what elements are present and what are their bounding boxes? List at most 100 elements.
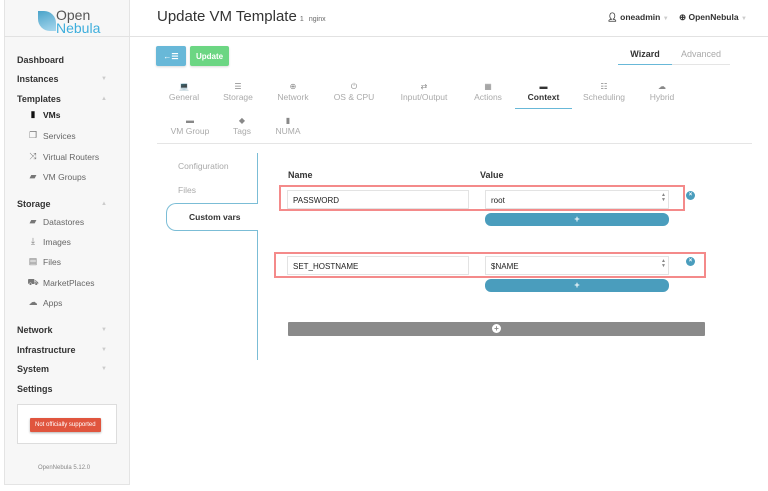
folder-open-icon: ▬ [186, 116, 194, 125]
divider [157, 143, 752, 144]
server-icon: ☰ [234, 82, 242, 91]
value-text: root [491, 196, 505, 205]
zone-menu[interactable]: ⊕ OpenNebula ▼ [679, 12, 747, 23]
sidebar-item-storage[interactable]: Storage [17, 199, 51, 209]
cart-icon: ⛟ [27, 277, 39, 287]
tab-label: Input/Output [400, 92, 448, 102]
sidebar-item-apps[interactable]: Apps [43, 298, 62, 308]
update-button[interactable]: Update [190, 46, 229, 66]
add-var-button[interactable]: + [288, 322, 705, 336]
sidebar-item-instances[interactable]: Instances [17, 74, 59, 84]
tab-wizard[interactable]: Wizard [618, 49, 672, 65]
sidebar-item-files[interactable]: Files [43, 257, 61, 267]
value-text: $NAME [491, 262, 519, 271]
chevron-down-icon: ▼ [101, 347, 107, 353]
subtab-configuration[interactable]: Configuration [178, 161, 229, 171]
tab-label: OS & CPU [333, 92, 375, 102]
sidebar-item-datastores[interactable]: Datastores [43, 217, 84, 227]
chevron-up-icon: ▲ [101, 201, 107, 207]
version-label: OpenNebula 5.12.0 [38, 465, 91, 471]
back-to-list-button[interactable]: ←☰ [156, 46, 186, 66]
tab-advanced[interactable]: Advanced [672, 49, 730, 65]
chevron-down-icon: ▼ [101, 76, 107, 82]
power-icon: ⏻ [350, 82, 358, 91]
spinner-icon[interactable]: ▲ ▼ [661, 193, 666, 203]
tab-label: Storage [223, 92, 253, 102]
tab-storage[interactable]: ☰ Storage [208, 82, 268, 102]
calendar-icon: ▦ [484, 82, 492, 91]
value-column-header: Value [480, 170, 504, 180]
divider [130, 36, 768, 37]
sidebar-item-virtual-routers[interactable]: Virtual Routers [43, 152, 99, 162]
page-title: Update VM Template 1 nginx [157, 8, 326, 25]
globe-icon: ⊕ [289, 82, 297, 91]
zone-name: OpenNebula [688, 12, 739, 22]
logo-text: Nebula [56, 20, 101, 36]
var-value-textarea[interactable]: root ▲ ▼ [485, 190, 669, 209]
chevron-down-icon: ▼ [101, 327, 107, 333]
var-value-textarea[interactable]: $NAME ▲ ▼ [485, 256, 669, 275]
opennebula-logo[interactable]: Open Nebula [38, 8, 108, 36]
divider [4, 36, 130, 37]
sidebar-item-network[interactable]: Network [17, 325, 53, 335]
file-icon: ▮ [30, 109, 36, 119]
shuffle-icon: ⤨ [29, 151, 37, 161]
add-value-button[interactable]: + [485, 213, 669, 226]
chevron-down-icon: ▼ [740, 16, 747, 22]
remove-var-icon[interactable]: × [686, 257, 695, 266]
tab-scheduling[interactable]: ☷ Scheduling [574, 82, 634, 102]
chevron-down-icon: ▼ [662, 16, 669, 22]
tab-vm-group[interactable]: ▬ VM Group [160, 116, 220, 136]
tab-network[interactable]: ⊕ Network [263, 82, 323, 102]
download-icon: ⤓ [31, 236, 35, 246]
sidebar-item-system[interactable]: System [17, 364, 49, 374]
sidebar-item-dashboard[interactable]: Dashboard [17, 55, 64, 65]
sidebar-item-vm-groups[interactable]: VM Groups [43, 172, 86, 182]
subtab-files[interactable]: Files [178, 185, 196, 195]
chevron-down-icon: ▼ [101, 366, 107, 372]
subtab-custom-vars[interactable]: Custom vars [166, 203, 258, 231]
folder-open-icon: ▰ [29, 171, 37, 181]
tab-label: NUMA [275, 126, 301, 136]
spinner-icon[interactable]: ▲ ▼ [661, 259, 666, 269]
sidebar-item-vms[interactable]: VMs [43, 110, 60, 120]
logo-mark [38, 11, 56, 31]
divider [257, 153, 258, 360]
not-supported-badge[interactable]: Not officially supported [30, 418, 101, 432]
tab-input-output[interactable]: ⇄ Input/Output [394, 82, 454, 102]
sidebar-item-images[interactable]: Images [43, 237, 71, 247]
remove-var-icon[interactable]: × [686, 191, 695, 200]
laptop-icon: 💻 [179, 82, 189, 91]
tab-hybrid[interactable]: ☁ Hybrid [632, 82, 692, 102]
user-menu[interactable]: 👤︎ oneadmin ▼ [607, 12, 669, 23]
support-box: Not officially supported [17, 404, 117, 444]
tab-label: Context [527, 92, 560, 102]
add-value-button[interactable]: + [485, 279, 669, 292]
plus-circle-icon: + [492, 324, 501, 333]
tab-os-cpu[interactable]: ⏻ OS & CPU [324, 82, 384, 102]
sidebar-item-settings[interactable]: Settings [17, 384, 53, 394]
cloud-download-icon: ☁ [28, 297, 38, 307]
var-name-input[interactable]: SET_HOSTNAME [287, 256, 469, 275]
tab-actions[interactable]: ▦ Actions [458, 82, 518, 102]
tab-label: Scheduling [582, 92, 626, 102]
cloud-icon: ☁ [658, 82, 666, 91]
tab-general[interactable]: 💻 General [154, 82, 214, 102]
folder-icon: ▬ [539, 82, 548, 91]
title-text: Update VM Template [157, 8, 297, 25]
name-column-header: Name [288, 170, 313, 180]
tab-context[interactable]: ▬ Context [515, 82, 572, 109]
copy-icon: ❐ [28, 130, 38, 140]
sidebar-item-templates[interactable]: Templates [17, 94, 61, 104]
tab-numa[interactable]: ▮ NUMA [258, 116, 318, 136]
username: oneadmin [620, 12, 661, 22]
user-icon: 👤︎ [607, 12, 618, 22]
sidebar-item-services[interactable]: Services [43, 131, 76, 141]
folder-open-icon: ▰ [29, 216, 37, 226]
sidebar-item-marketplaces[interactable]: MarketPlaces [43, 278, 95, 288]
template-id: 1 [299, 16, 304, 23]
var-name-input[interactable]: PASSWORD [287, 190, 469, 209]
archive-icon: ▤ [28, 256, 38, 266]
sidebar-item-infrastructure[interactable]: Infrastructure [17, 345, 76, 355]
sitemap-icon: ☷ [600, 82, 608, 91]
